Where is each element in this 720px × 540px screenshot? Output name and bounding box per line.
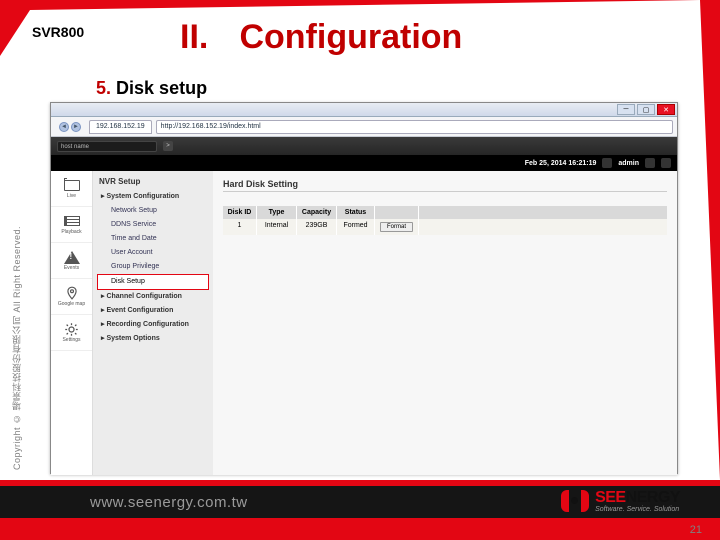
section-roman: II. bbox=[180, 18, 230, 57]
settings-tree: NVR Setup ▸ System ConfigurationNetwork … bbox=[93, 171, 213, 475]
logo-mark-icon bbox=[561, 488, 589, 514]
app-header: host name > bbox=[51, 137, 677, 155]
copyright-text: Copyright © 場景科技股份有限公司 All Right Reserve… bbox=[10, 150, 24, 470]
host-go-button[interactable]: > bbox=[163, 141, 173, 151]
browser-address-bar: ◄► 192.168.152.19 http://192.168.152.19/… bbox=[51, 117, 677, 137]
status-user: admin bbox=[618, 160, 639, 167]
th-diskid: Disk ID bbox=[223, 206, 257, 219]
rail-settings[interactable]: Settings bbox=[51, 315, 92, 351]
rail-label: Google map bbox=[58, 301, 85, 307]
th-action bbox=[375, 206, 419, 219]
gear-icon bbox=[64, 322, 80, 336]
user-icon bbox=[602, 158, 612, 168]
power-icon[interactable] bbox=[661, 158, 671, 168]
browser-tab[interactable]: 192.168.152.19 bbox=[89, 120, 152, 134]
rail-events[interactable]: Events bbox=[51, 243, 92, 279]
nav-buttons[interactable]: ◄► bbox=[55, 120, 85, 134]
window-minimize-button[interactable]: ─ bbox=[617, 104, 635, 115]
logo-tagline: Software. Service. Solution bbox=[595, 506, 680, 513]
tree-node[interactable]: DDNS Service bbox=[97, 218, 209, 232]
tree-node[interactable]: ▸ System Configuration bbox=[97, 190, 209, 204]
help-icon[interactable] bbox=[645, 158, 655, 168]
step-label: 5. Disk setup bbox=[96, 78, 207, 99]
rail-label: Live bbox=[67, 193, 76, 199]
content-title: Hard Disk Setting bbox=[223, 179, 667, 189]
rail-live[interactable]: Live bbox=[51, 171, 92, 207]
product-label: SVR800 bbox=[32, 24, 84, 40]
table-header: Disk ID Type Capacity Status bbox=[223, 206, 667, 219]
pin-icon bbox=[64, 286, 80, 300]
tree-node[interactable]: ▸ Event Configuration bbox=[97, 304, 209, 318]
tree-node[interactable]: ▸ Recording Configuration bbox=[97, 318, 209, 332]
window-titlebar: ─ ▢ ✕ bbox=[51, 103, 677, 117]
footer-bar: www.seenergy.com.tw SEENERGY Software. S… bbox=[0, 486, 720, 518]
tree-node[interactable]: Network Setup bbox=[97, 204, 209, 218]
disk-table: Disk ID Type Capacity Status 1 Internal … bbox=[223, 206, 667, 235]
th-status: Status bbox=[337, 206, 375, 219]
footer-logo: SEENERGY Software. Service. Solution bbox=[561, 488, 680, 514]
td-type: Internal bbox=[257, 219, 297, 235]
rail-label: Settings bbox=[62, 337, 80, 343]
app-screenshot: ─ ▢ ✕ ◄► 192.168.152.19 http://192.168.1… bbox=[50, 102, 678, 474]
section-title: II. Configuration bbox=[180, 18, 462, 57]
step-text: Disk setup bbox=[116, 78, 207, 98]
section-name: Configuration bbox=[239, 18, 462, 56]
td-status: Formed bbox=[337, 219, 375, 235]
footer-url: www.seenergy.com.tw bbox=[90, 494, 248, 511]
film-icon bbox=[64, 214, 80, 228]
td-action: Format bbox=[375, 219, 419, 235]
rail-label: Events bbox=[64, 265, 79, 271]
warning-icon bbox=[64, 250, 80, 264]
th-capacity: Capacity bbox=[297, 206, 337, 219]
page-number: 21 bbox=[690, 524, 702, 536]
step-number: 5. bbox=[96, 78, 111, 98]
table-row: 1 Internal 239GB Formed Format bbox=[223, 219, 667, 235]
rail-label: Playback bbox=[61, 229, 81, 235]
window-close-button[interactable]: ✕ bbox=[657, 104, 675, 115]
status-bar: Feb 25, 2014 16:21:19 admin bbox=[51, 155, 677, 171]
url-input[interactable]: http://192.168.152.19/index.html bbox=[156, 120, 673, 134]
tree-node[interactable]: Group Privilege bbox=[97, 260, 209, 274]
tree-node[interactable]: Disk Setup bbox=[97, 274, 209, 290]
td-capacity: 239GB bbox=[297, 219, 337, 235]
tree-title: NVR Setup bbox=[97, 177, 209, 186]
td-diskid: 1 bbox=[223, 219, 257, 235]
logo-text: SEENERGY bbox=[595, 490, 680, 506]
tv-icon bbox=[64, 178, 80, 192]
status-datetime: Feb 25, 2014 16:21:19 bbox=[525, 160, 597, 167]
tree-node[interactable]: User Account bbox=[97, 246, 209, 260]
content-area: Hard Disk Setting Disk ID Type Capacity … bbox=[213, 171, 677, 475]
tree-node[interactable]: ▸ Channel Configuration bbox=[97, 290, 209, 304]
nav-rail: Live Playback Events Google map Settings bbox=[51, 171, 93, 475]
rail-playback[interactable]: Playback bbox=[51, 207, 92, 243]
th-type: Type bbox=[257, 206, 297, 219]
rail-googlemap[interactable]: Google map bbox=[51, 279, 92, 315]
tree-node[interactable]: Time and Date bbox=[97, 232, 209, 246]
tree-node[interactable]: ▸ System Options bbox=[97, 332, 209, 346]
window-maximize-button[interactable]: ▢ bbox=[637, 104, 655, 115]
host-name-input[interactable]: host name bbox=[57, 141, 157, 152]
format-button[interactable]: Format bbox=[380, 222, 413, 232]
